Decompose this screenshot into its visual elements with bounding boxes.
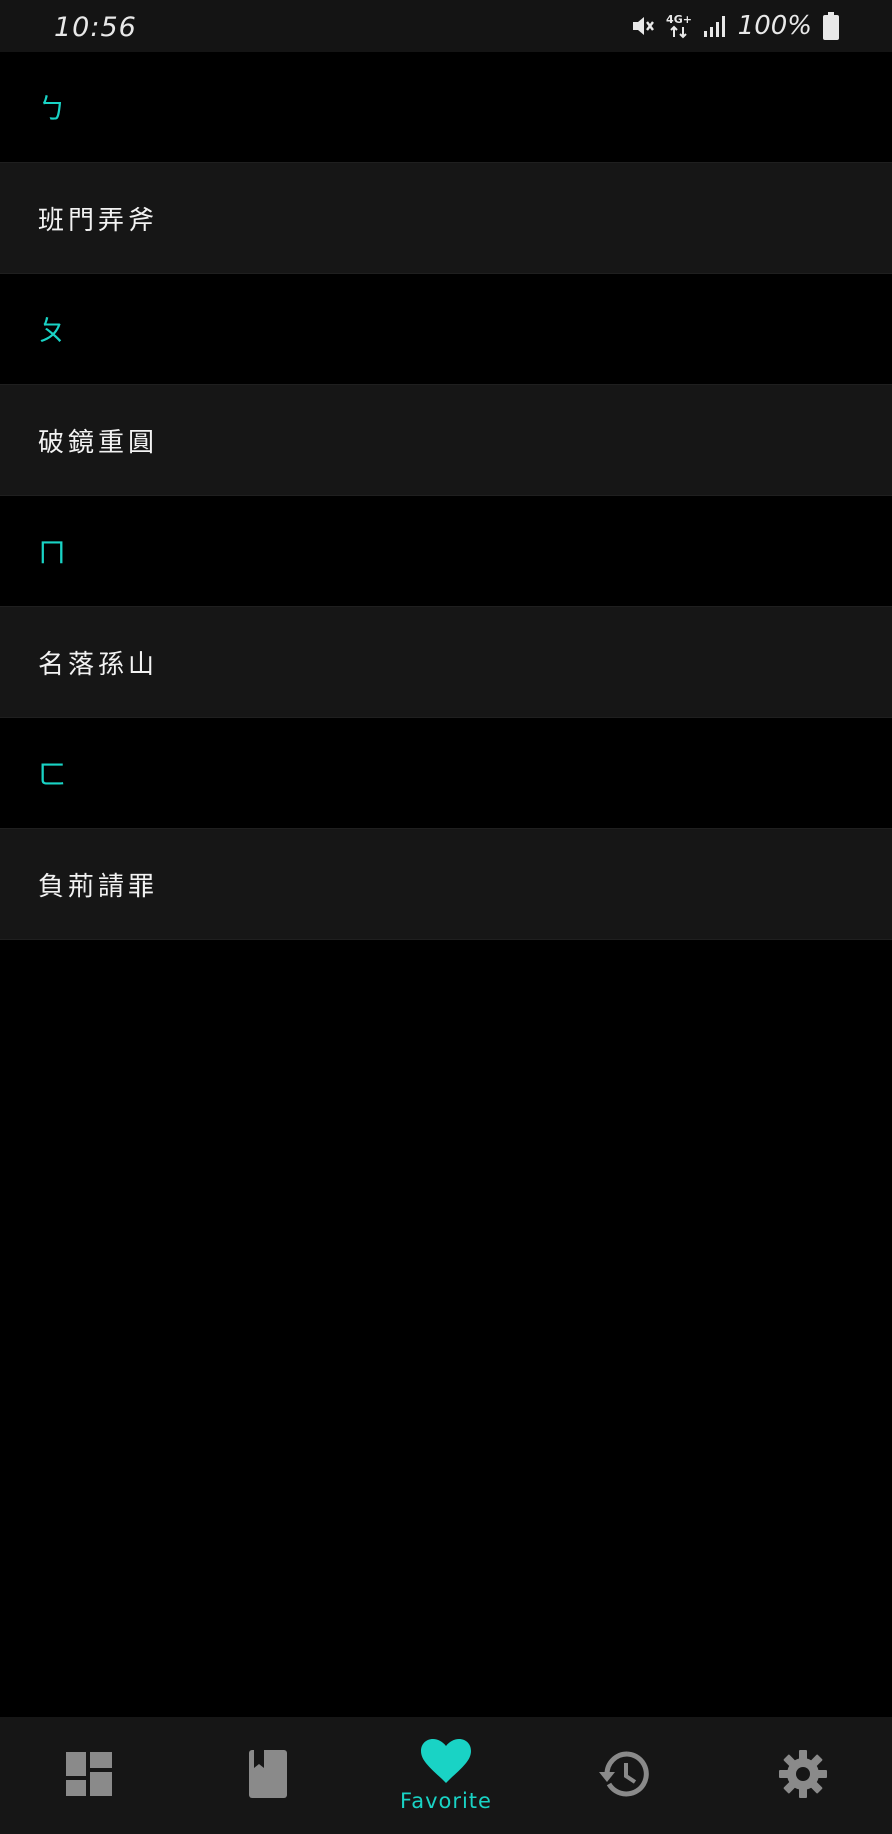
section-header-label: ㄅ	[38, 92, 67, 125]
status-icons: 4G+ 100%	[630, 10, 840, 42]
battery-percentage: 100%	[737, 11, 812, 41]
bottom-nav: Favorite	[0, 1717, 892, 1834]
section-header: ㄅ	[0, 52, 892, 163]
nav-favorite[interactable]: Favorite	[357, 1717, 535, 1834]
section-header-label: ㄈ	[38, 758, 67, 791]
gear-icon	[778, 1749, 827, 1802]
nav-book[interactable]	[178, 1717, 356, 1834]
dashboard-icon	[66, 1751, 113, 1800]
book-icon	[248, 1749, 288, 1802]
signal-icon	[702, 13, 728, 39]
section-header: ㄆ	[0, 274, 892, 385]
section-header: ㄈ	[0, 718, 892, 829]
list-item-label: 班門弄斧	[38, 205, 159, 236]
history-icon	[599, 1751, 650, 1801]
network-label: 4G+	[666, 13, 692, 26]
nav-history[interactable]	[535, 1717, 713, 1834]
battery-icon	[822, 12, 840, 40]
mute-icon	[630, 13, 656, 39]
list-item[interactable]: 負荊請罪	[0, 829, 892, 940]
nav-settings[interactable]	[714, 1717, 892, 1834]
nav-dashboard[interactable]	[0, 1717, 178, 1834]
status-bar: 10:56 4G+ 100%	[0, 0, 892, 52]
heart-icon	[421, 1738, 472, 1787]
status-time: 10:56	[54, 12, 137, 43]
list-item-label: 名落孫山	[38, 649, 159, 680]
nav-favorite-label: Favorite	[400, 1788, 492, 1813]
list-item[interactable]: 班門弄斧	[0, 163, 892, 274]
list-item[interactable]: 名落孫山	[0, 607, 892, 718]
section-header: ㄇ	[0, 496, 892, 607]
section-header-label: ㄆ	[38, 314, 67, 347]
list-item[interactable]: 破鏡重圓	[0, 385, 892, 496]
favorites-list: ㄅ 班門弄斧 ㄆ 破鏡重圓 ㄇ 名落孫山 ㄈ 負荊請罪	[0, 52, 892, 940]
network-4g-icon: 4G+	[666, 11, 692, 41]
list-item-label: 破鏡重圓	[38, 427, 159, 458]
section-header-label: ㄇ	[38, 536, 67, 569]
list-item-label: 負荊請罪	[38, 871, 159, 902]
